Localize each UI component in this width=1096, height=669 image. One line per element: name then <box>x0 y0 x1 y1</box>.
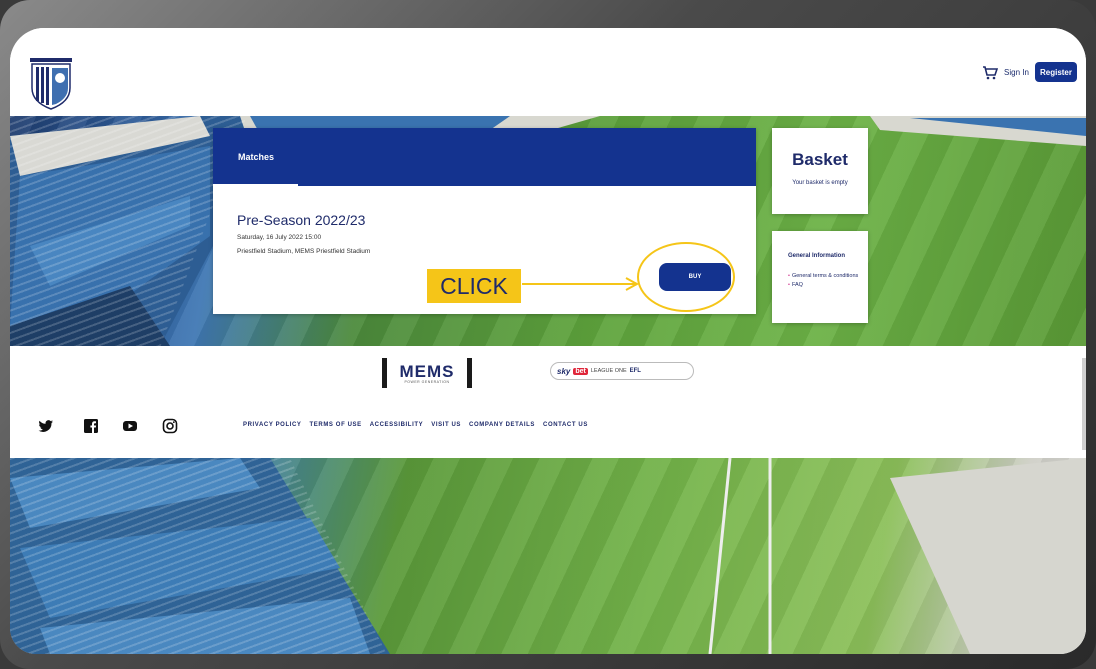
privacy-policy-link[interactable]: PRIVACY POLICY <box>243 422 302 428</box>
faq-link-label: FAQ <box>791 282 803 288</box>
company-details-link[interactable]: COMPANY DETAILS <box>469 422 535 428</box>
visit-us-link[interactable]: VISIT US <box>431 422 461 428</box>
efl-text: EFL <box>629 368 641 374</box>
contact-us-link[interactable]: CONTACT US <box>543 422 588 428</box>
matches-heading: Matches <box>213 128 756 186</box>
match-venue: Priestfield Stadium, MEMS Priestfield St… <box>237 248 371 255</box>
general-info-card: General Information • General terms & con… <box>772 231 868 323</box>
instagram-icon[interactable] <box>162 418 178 434</box>
site-footer: MEMS POWER GENERATION sky bet LEAGUE ONE… <box>10 346 1086 458</box>
footer-nav: PRIVACY POLICY TERMS OF USE ACCESSIBILIT… <box>243 422 588 428</box>
terms-link[interactable]: • General terms & conditions <box>788 273 858 279</box>
bullet-icon: • <box>788 282 790 288</box>
mems-sponsor-logo[interactable]: MEMS POWER GENERATION <box>382 358 472 388</box>
match-title: Pre-Season 2022/23 <box>237 212 366 228</box>
bet-text: bet <box>573 367 588 375</box>
click-callout: CLICK <box>427 269 521 303</box>
buy-highlight-ring <box>637 242 735 312</box>
facebook-icon[interactable] <box>83 418 99 434</box>
arrow-icon <box>522 277 640 291</box>
scrollbar[interactable] <box>1082 358 1086 450</box>
basket-card: Basket Your basket is empty <box>772 128 868 214</box>
cart-icon[interactable] <box>982 66 998 80</box>
general-info-title: General Information <box>788 253 846 259</box>
browser-screen: Sign In Register Matches Pre-Season 2022… <box>10 28 1086 654</box>
twitter-icon[interactable] <box>38 418 54 434</box>
terms-of-use-link[interactable]: TERMS OF USE <box>310 422 362 428</box>
faq-link[interactable]: • FAQ <box>788 282 803 288</box>
accessibility-link[interactable]: ACCESSIBILITY <box>370 422 423 428</box>
register-button[interactable]: Register <box>1035 62 1077 82</box>
match-date: Saturday, 16 July 2022 15:00 <box>237 234 322 241</box>
league-one-text: LEAGUE ONE <box>590 368 627 374</box>
device-frame: Sign In Register Matches Pre-Season 2022… <box>0 0 1096 669</box>
mems-logo-text: MEMS <box>399 361 455 381</box>
sign-in-link[interactable]: Sign In <box>1004 68 1029 77</box>
skybet-league-one-logo[interactable]: sky bet LEAGUE ONE EFL <box>550 362 694 380</box>
site-header: Sign In Register <box>10 28 1086 116</box>
youtube-icon[interactable] <box>122 418 138 434</box>
basket-empty-message: Your basket is empty <box>792 180 848 186</box>
club-crest-logo[interactable] <box>30 58 72 110</box>
mems-logo-subtext: POWER GENERATION <box>404 379 450 384</box>
terms-link-label: General terms & conditions <box>791 273 859 279</box>
basket-title: Basket <box>792 150 848 169</box>
stadium-background-bottom <box>10 458 1086 654</box>
sky-text: sky <box>557 366 571 376</box>
matches-tab-indicator <box>213 184 298 186</box>
bullet-icon: • <box>788 273 790 279</box>
